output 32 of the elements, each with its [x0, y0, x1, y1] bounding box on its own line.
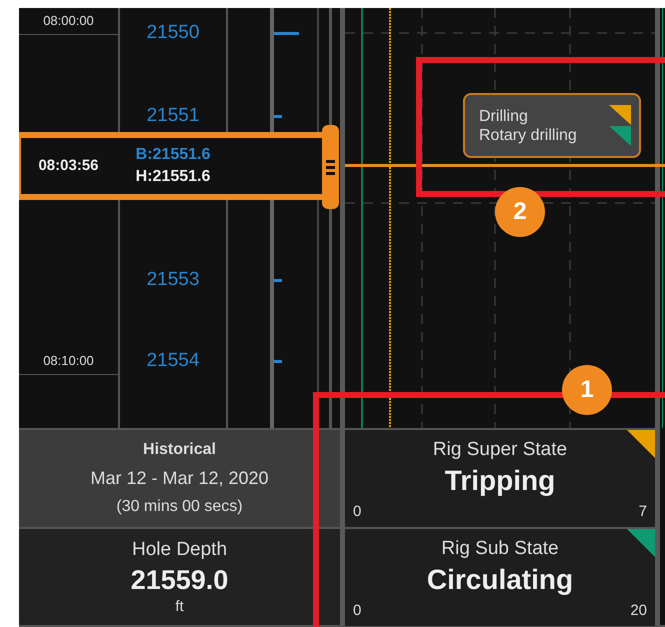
cursor-time: 08:03:56 — [37, 156, 100, 176]
gauge-label: Rig Sub State — [440, 537, 560, 561]
gauge-min: 0 — [353, 502, 362, 522]
hole-depth-reading: 21559.0 — [130, 564, 228, 596]
unit-label: ft — [175, 597, 184, 617]
gauge-max: 20 — [630, 600, 647, 620]
depth-tick — [274, 360, 282, 363]
time-label: 08:10:00 — [43, 352, 94, 370]
gauge-max: 7 — [638, 502, 647, 522]
gauge-value: Tripping — [444, 464, 556, 498]
depth-tick — [274, 115, 282, 118]
depth-tick — [274, 279, 282, 282]
panel-label: Hole Depth — [132, 538, 228, 562]
state-label: Rotary drilling — [479, 126, 577, 144]
callout-number: 2 — [495, 187, 545, 237]
callout-number: 1 — [562, 365, 612, 415]
gauge-min: 0 — [353, 600, 362, 620]
panel-title: Historical — [143, 440, 216, 460]
depth-label: 21554 — [146, 350, 200, 372]
hole-depth-value: H:21551.6 — [134, 167, 212, 187]
duration-text: (30 mins 00 secs) — [116, 497, 243, 517]
time-label: 08:00:00 — [43, 12, 94, 30]
state-label: Drilling — [479, 106, 529, 126]
depth-label: 21553 — [146, 269, 200, 291]
date-range: Mar 12 - Mar 12, 2020 — [90, 467, 269, 490]
depth-tick — [274, 32, 299, 35]
bit-depth-value: B:21551.6 — [134, 145, 212, 165]
gauge-value: Circulating — [426, 563, 574, 597]
gauge-label: Rig Super State — [432, 438, 568, 462]
slider-handle[interactable] — [322, 125, 339, 209]
depth-label: 21551 — [146, 105, 200, 127]
depth-label: 21550 — [146, 22, 200, 44]
